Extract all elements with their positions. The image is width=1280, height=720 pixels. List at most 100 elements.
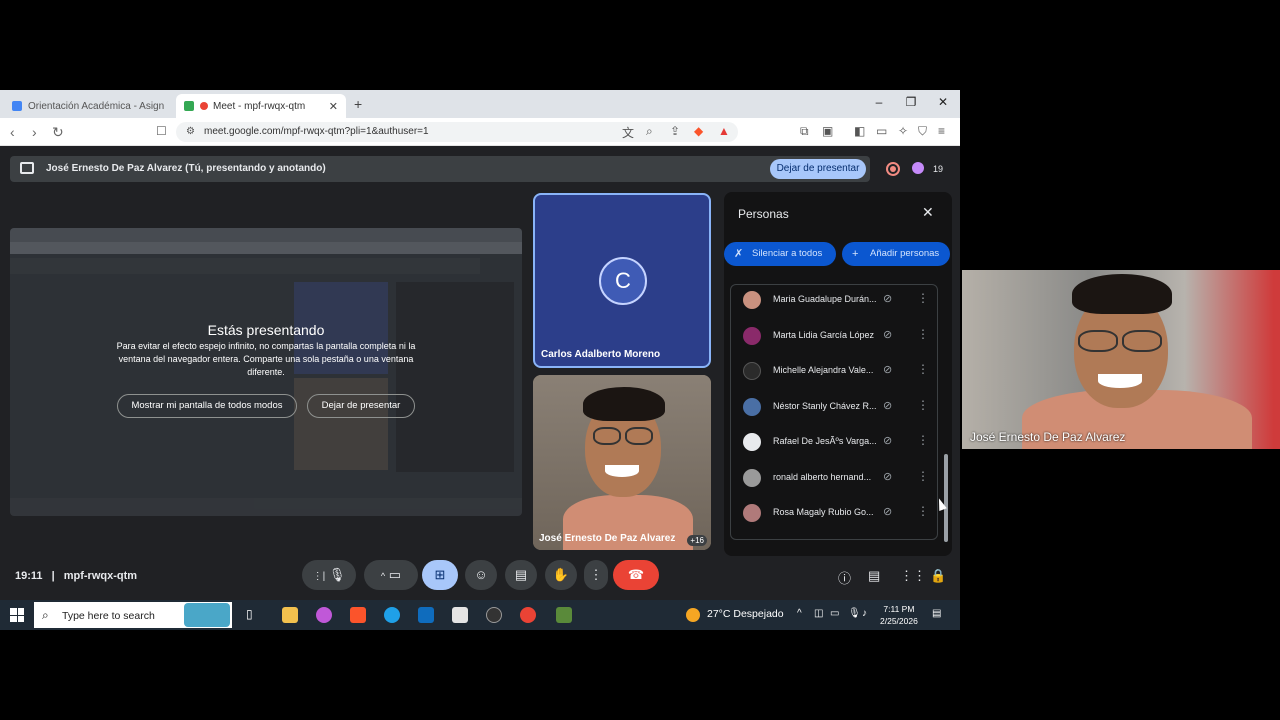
minimize-icon[interactable]: – bbox=[864, 95, 894, 109]
docs-icon bbox=[12, 101, 22, 111]
app-icon[interactable] bbox=[556, 607, 572, 623]
recording-icon[interactable] bbox=[886, 162, 900, 176]
list-item[interactable]: Néstor Stanly Chávez R... ⊘ ⋮ bbox=[731, 392, 937, 422]
present-button[interactable]: ⊞ bbox=[422, 560, 458, 590]
vpn-icon[interactable]: ⛉ bbox=[918, 124, 927, 139]
show-anyway-button[interactable]: Mostrar mi pantalla de todos modos bbox=[117, 394, 297, 418]
brave-shield-icon[interactable]: ◆ bbox=[694, 124, 703, 138]
mic-off-icon[interactable]: ⊘ bbox=[883, 292, 892, 305]
tab-orientacion[interactable]: Orientación Académica - Asignatura bbox=[4, 94, 172, 118]
more-options-icon[interactable]: ⋮ bbox=[917, 362, 929, 376]
leo-icon[interactable]: ✧ bbox=[898, 124, 908, 138]
battery-icon[interactable]: ▭ bbox=[830, 608, 839, 619]
more-options-icon[interactable]: ⋮ bbox=[917, 504, 929, 518]
zoom-icon[interactable]: ⌕ bbox=[646, 124, 653, 139]
participant-name: José Ernesto De Paz Alvarez bbox=[539, 533, 676, 544]
camera-button[interactable]: ^ ▭ bbox=[364, 560, 418, 590]
more-options-icon[interactable]: ⋮ bbox=[917, 291, 929, 305]
network-icon[interactable]: ◫ bbox=[814, 608, 823, 619]
chat-icon[interactable]: ▤ bbox=[868, 568, 880, 584]
add-people-button[interactable]: + Añadir personas bbox=[842, 242, 950, 266]
participant-tile-jose[interactable]: José Ernesto De Paz Alvarez +16 bbox=[533, 375, 711, 550]
people-avatars-icon[interactable] bbox=[912, 162, 924, 174]
url-field[interactable]: ⚙ meet.google.com/mpf-rwqx-qtm?pli=1&aut… bbox=[176, 122, 738, 142]
chevron-up-icon[interactable]: ^ bbox=[797, 608, 802, 619]
menu-icon[interactable]: ≡ bbox=[938, 124, 945, 138]
more-options-icon[interactable]: ⋮ bbox=[917, 469, 929, 483]
forward-icon[interactable]: › bbox=[32, 124, 37, 140]
windows-start-icon[interactable] bbox=[10, 608, 24, 622]
extensions-icon[interactable]: ⧉ bbox=[800, 124, 809, 139]
list-item[interactable]: Rosa Magaly Rubio Go... ⊘ ⋮ bbox=[731, 498, 937, 528]
participant-name: Rosa Magaly Rubio Go... bbox=[773, 507, 874, 517]
close-window-icon[interactable]: ✕ bbox=[928, 95, 958, 109]
task-view-icon[interactable]: ▯ bbox=[246, 607, 262, 623]
more-options-icon[interactable]: ⋮ bbox=[917, 433, 929, 447]
scrollbar[interactable] bbox=[944, 454, 948, 542]
list-item[interactable]: Maria Guadalupe Durán... ⊘ ⋮ bbox=[731, 285, 937, 315]
taskbar-clock[interactable]: 7:11 PM 2/25/2026 bbox=[880, 603, 918, 627]
reactions-button[interactable]: ☺ bbox=[465, 560, 497, 590]
close-tab-icon[interactable]: ✕ bbox=[329, 100, 338, 113]
office-icon[interactable] bbox=[452, 607, 468, 623]
mute-all-button[interactable]: ✗ Silenciar a todos bbox=[724, 242, 836, 266]
site-info-icon[interactable]: ⚙ bbox=[186, 126, 195, 137]
brave-rewards-icon[interactable]: ▲ bbox=[718, 124, 730, 138]
translate-icon[interactable]: 文 bbox=[622, 124, 634, 141]
activities-icon[interactable]: ⋮⋮ bbox=[900, 568, 926, 584]
more-options-icon[interactable]: ⋮ bbox=[917, 398, 929, 412]
mic-off-icon[interactable]: ⊘ bbox=[883, 363, 892, 376]
weather-text[interactable]: 27°C Despejado bbox=[707, 608, 784, 620]
outlook-icon[interactable] bbox=[418, 607, 434, 623]
close-icon[interactable]: ✕ bbox=[922, 204, 934, 221]
reload-icon[interactable]: ↻ bbox=[52, 124, 64, 141]
avatar bbox=[743, 327, 761, 345]
windows-taskbar: ⌕ Type here to search ▯ 27°C Despejado ^… bbox=[0, 600, 960, 630]
bookmark-icon[interactable]: ☐ bbox=[156, 124, 167, 138]
taskbar-search[interactable]: ⌕ Type here to search bbox=[34, 602, 232, 628]
notifications-icon[interactable]: ▤ bbox=[932, 608, 941, 619]
mic-off-icon[interactable]: ⊘ bbox=[883, 505, 892, 518]
wallet-icon[interactable]: ▭ bbox=[876, 124, 887, 138]
raise-hand-button[interactable]: ✋ bbox=[545, 560, 577, 590]
stop-presenting-button[interactable]: Dejar de presentar bbox=[770, 159, 866, 179]
back-icon[interactable]: ‹ bbox=[10, 124, 15, 140]
new-tab-icon[interactable]: + bbox=[354, 96, 362, 112]
list-item[interactable]: Rafael De JesÃºs Varga... ⊘ ⋮ bbox=[731, 427, 937, 457]
list-item[interactable]: Michelle Alejandra Vale... ⊘ ⋮ bbox=[731, 356, 937, 386]
restore-icon[interactable]: ❐ bbox=[896, 95, 926, 109]
presenting-title: Estás presentando bbox=[207, 322, 325, 338]
app-icon[interactable] bbox=[486, 607, 502, 623]
stop-presenting-panel-button[interactable]: Dejar de presentar bbox=[307, 394, 415, 418]
tab-meet[interactable]: Meet - mpf-rwqx-qtm ✕ bbox=[176, 94, 346, 118]
copilot-icon[interactable] bbox=[316, 607, 332, 623]
mic-off-icon[interactable]: ⊘ bbox=[883, 470, 892, 483]
mic-off-icon[interactable]: ⊘ bbox=[883, 434, 892, 447]
address-bar-row: ‹ › ↻ ☐ ⚙ meet.google.com/mpf-rwqx-qtm?p… bbox=[0, 118, 960, 146]
chrome-icon[interactable] bbox=[520, 607, 536, 623]
share-icon[interactable]: ⇪ bbox=[670, 124, 680, 138]
more-options-button[interactable]: ⋮ bbox=[584, 560, 608, 590]
mic-off-icon[interactable]: ⊘ bbox=[883, 399, 892, 412]
host-controls-icon[interactable]: 🔒 bbox=[930, 568, 946, 584]
weather-icon[interactable] bbox=[686, 608, 700, 622]
more-participants-badge[interactable]: +16 bbox=[687, 535, 707, 546]
tab-search-icon[interactable]: ▣ bbox=[822, 124, 833, 138]
sidebar-icon[interactable]: ◧ bbox=[854, 124, 865, 138]
info-icon[interactable]: ⓘ bbox=[838, 568, 851, 587]
meeting-time: 19:11 bbox=[15, 570, 43, 582]
volume-icon[interactable]: ♪ bbox=[862, 608, 867, 619]
microphone-button[interactable]: ⋮| 🎙 bbox=[302, 560, 356, 590]
more-options-icon[interactable]: ⋮ bbox=[917, 327, 929, 341]
edge-icon[interactable] bbox=[384, 607, 400, 623]
brave-icon[interactable] bbox=[350, 607, 366, 623]
list-item[interactable]: ronald alberto hernand... ⊘ ⋮ bbox=[731, 463, 937, 493]
participant-tile-carlos[interactable]: C Carlos Adalberto Moreno bbox=[533, 193, 711, 368]
people-panel-title: Personas bbox=[738, 207, 789, 221]
mic-off-icon[interactable]: ⊘ bbox=[883, 328, 892, 341]
mic-icon[interactable]: 🎙 bbox=[848, 608, 861, 619]
list-item[interactable]: Marta Lidia García López ⊘ ⋮ bbox=[731, 321, 937, 351]
leave-call-button[interactable]: ☎ bbox=[613, 560, 659, 590]
file-explorer-icon[interactable] bbox=[282, 607, 298, 623]
captions-button[interactable]: ▤ bbox=[505, 560, 537, 590]
